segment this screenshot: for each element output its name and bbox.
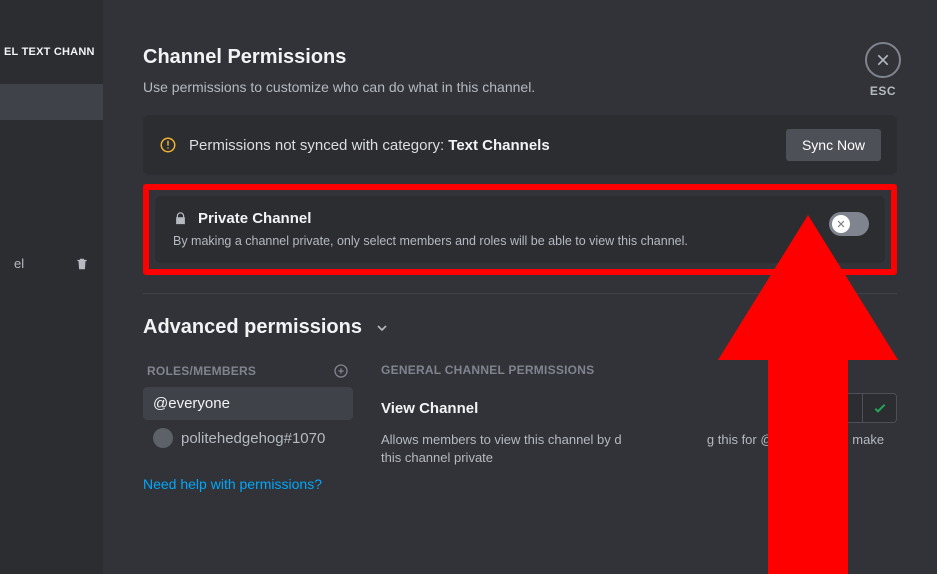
- private-channel-desc: By making a channel private, only select…: [173, 233, 815, 249]
- role-label: @everyone: [153, 395, 230, 412]
- help-link[interactable]: Need help with permissions?: [143, 476, 322, 492]
- advanced-permissions-toggle[interactable]: Advanced permissions: [143, 316, 897, 339]
- permissions-column: GENERAL CHANNEL PERMISSIONS View Channel…: [381, 363, 897, 494]
- advanced-permissions-title: Advanced permissions: [143, 316, 362, 339]
- role-item-everyone[interactable]: @everyone: [143, 387, 353, 420]
- page-title: Channel Permissions: [143, 46, 897, 69]
- permission-deny-button[interactable]: [794, 394, 828, 422]
- permission-neutral-button[interactable]: /: [828, 394, 862, 422]
- roles-header-label: ROLES/MEMBERS: [147, 364, 256, 378]
- esc-label: ESC: [870, 84, 896, 98]
- main-content: ESC Channel Permissions Use permissions …: [103, 0, 937, 574]
- sidebar-bottom-label[interactable]: el: [14, 256, 24, 271]
- page-subtitle: Use permissions to customize who can do …: [143, 79, 897, 95]
- sync-now-button[interactable]: Sync Now: [786, 129, 881, 161]
- close-button[interactable]: ESC: [865, 42, 901, 98]
- sync-text: Permissions not synced with category: Te…: [189, 137, 774, 154]
- avatar: [153, 428, 173, 448]
- permission-description: Allows members to view this channel by d…: [381, 431, 897, 467]
- sync-notice: Permissions not synced with category: Te…: [143, 115, 897, 175]
- private-channel-card: Private Channel By making a channel priv…: [155, 196, 885, 263]
- settings-sidebar: EL TEXT CHANN el: [0, 0, 103, 574]
- sidebar-item-selected[interactable]: [0, 84, 103, 120]
- permission-allow-button[interactable]: [862, 394, 896, 422]
- toggle-knob: [832, 215, 850, 233]
- permission-name: View Channel: [381, 400, 478, 417]
- warning-icon: [159, 136, 177, 154]
- private-channel-toggle[interactable]: [829, 212, 869, 236]
- highlight-annotation: Private Channel By making a channel priv…: [143, 184, 897, 275]
- permissions-section-header: GENERAL CHANNEL PERMISSIONS: [381, 363, 897, 377]
- permission-item: View Channel / Allows members to: [381, 393, 897, 467]
- private-channel-title: Private Channel: [198, 210, 311, 227]
- sidebar-category-header: EL TEXT CHANN: [0, 46, 103, 58]
- add-role-icon[interactable]: [333, 363, 349, 379]
- chevron-down-icon: [374, 320, 390, 336]
- lock-icon: [173, 211, 188, 226]
- trash-icon[interactable]: [75, 257, 89, 271]
- roles-column: ROLES/MEMBERS @everyone politehedgehog#1…: [143, 363, 353, 494]
- permission-tri-state: /: [793, 393, 897, 423]
- close-icon[interactable]: [865, 42, 901, 78]
- role-label: politehedgehog#1070: [181, 430, 325, 447]
- divider: [143, 293, 897, 294]
- role-item-member[interactable]: politehedgehog#1070: [143, 420, 353, 456]
